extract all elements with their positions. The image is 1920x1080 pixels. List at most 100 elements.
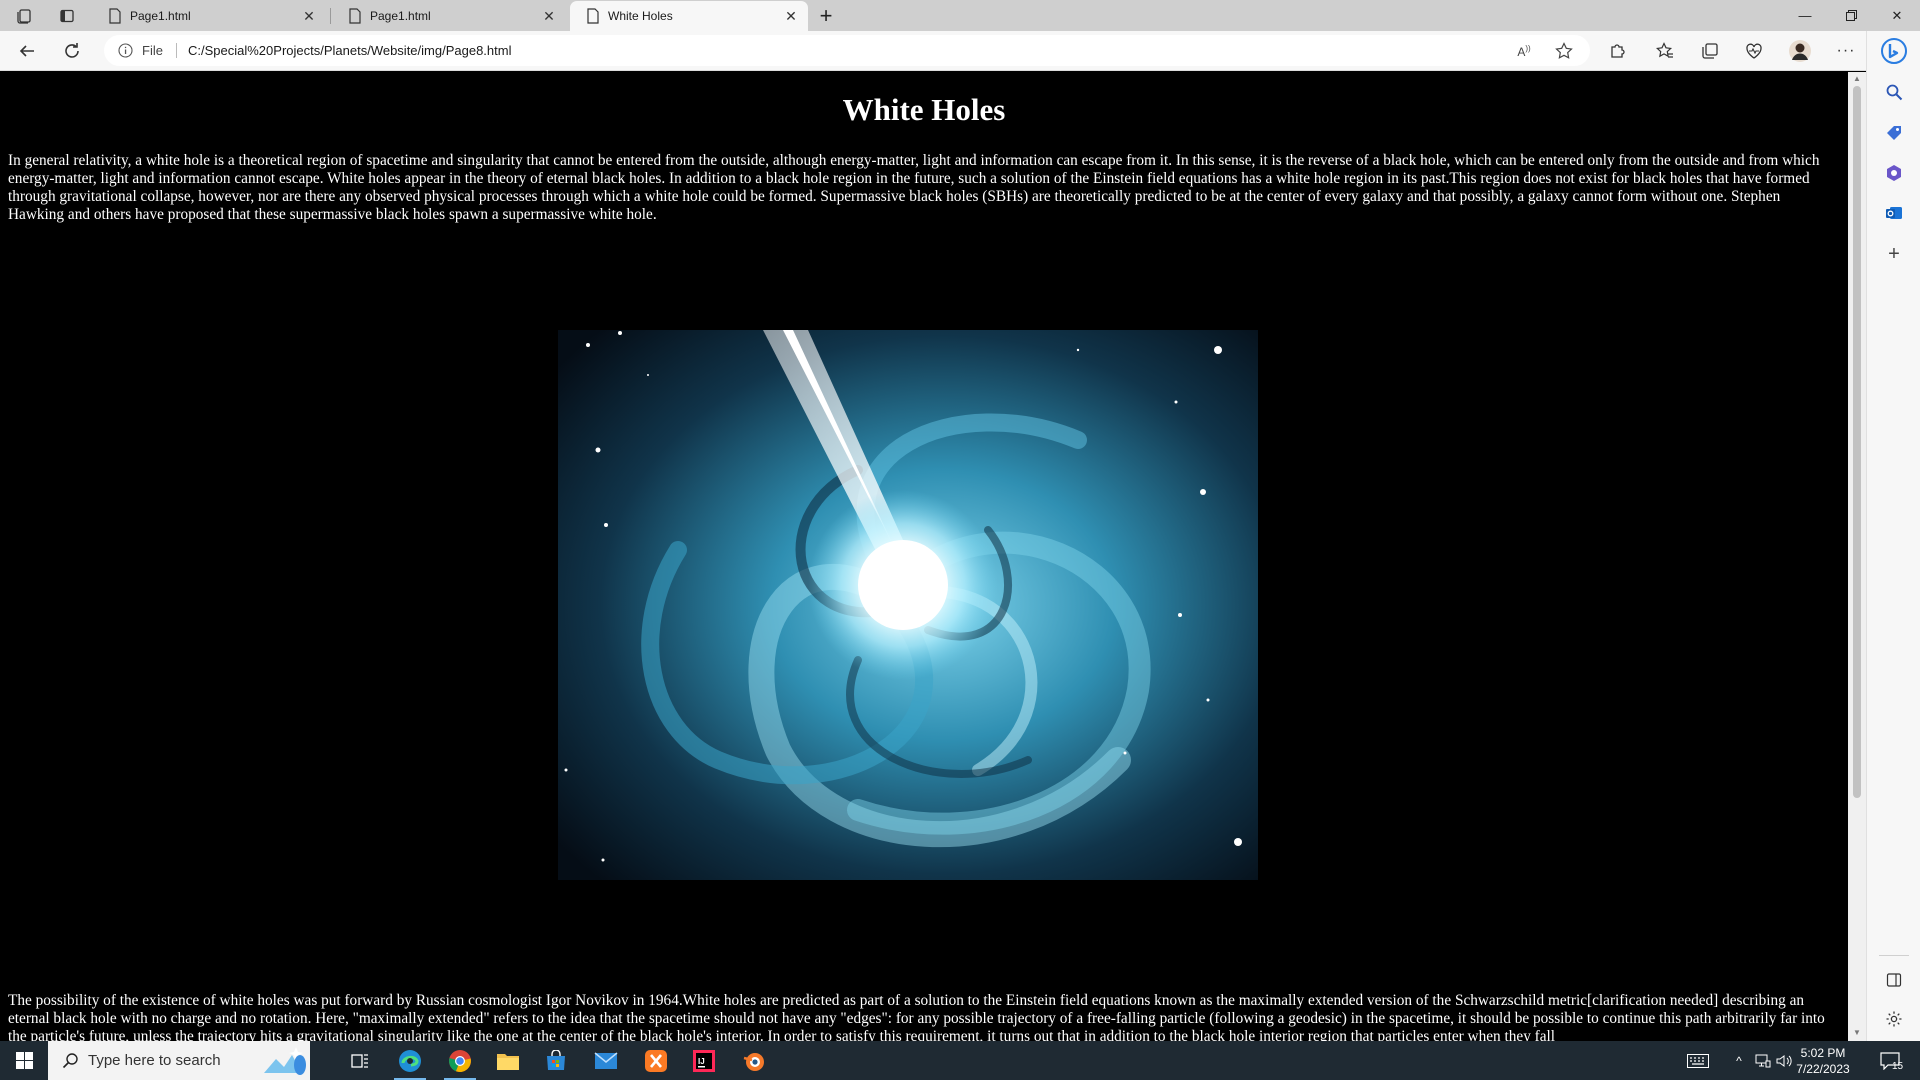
windows-icon (15, 1052, 33, 1069)
chrome-icon (449, 1049, 471, 1072)
xampp-icon (645, 1049, 667, 1072)
keyboard-icon (1687, 1053, 1709, 1068)
restore-icon (1845, 10, 1857, 21)
tab-actions-button[interactable] (47, 0, 87, 31)
notification-center-button[interactable]: 15 (1870, 1041, 1910, 1080)
tab-white-holes[interactable]: White Holes ✕ (570, 1, 808, 31)
tab-divider (330, 8, 331, 24)
clock-time: 5:02 PM (1800, 1046, 1846, 1060)
taskbar-file-explorer[interactable] (484, 1041, 532, 1080)
sidebar-search-button[interactable] (1880, 78, 1908, 106)
sidebar-settings-button[interactable] (1880, 1005, 1908, 1033)
read-aloud-button[interactable]: A)) (1512, 39, 1536, 63)
task-view-button[interactable] (336, 1041, 384, 1080)
intellij-icon: IJ (693, 1049, 715, 1072)
edge-sidebar: + (1866, 31, 1920, 1041)
chevron-up-icon: ^ (1736, 1053, 1742, 1068)
folder-icon (497, 1053, 519, 1070)
clock-date: 7/22/2023 (1796, 1062, 1850, 1076)
taskbar-intellij[interactable]: IJ (680, 1041, 728, 1080)
star-icon (1555, 42, 1573, 59)
page-viewport: White Holes In general relativity, a whi… (0, 72, 1848, 1041)
tab-page1-a[interactable]: Page1.html ✕ (92, 1, 326, 31)
taskbar-chrome[interactable] (436, 1041, 484, 1080)
new-tab-button[interactable]: + (812, 2, 840, 30)
sidebar-divider (1879, 955, 1909, 956)
taskbar-search[interactable]: Type here to search (48, 1041, 310, 1080)
minimize-button[interactable]: — (1782, 0, 1828, 31)
tab-title: Page1.html (370, 9, 431, 23)
tab-strip: Page1.html ✕ Page1.html ✕ White Holes ✕ … (0, 0, 1920, 31)
bing-icon (1881, 38, 1907, 64)
plus-icon: + (1888, 242, 1900, 265)
close-window-button[interactable]: ✕ (1874, 0, 1920, 31)
network-icon (1755, 1054, 1771, 1067)
scheme-label: File (142, 43, 163, 58)
url-text[interactable]: C:/Special%20Projects/Planets/Website/im… (188, 43, 511, 58)
network-tray-button[interactable] (1752, 1041, 1774, 1080)
page-title: White Holes (842, 92, 1006, 127)
collections-icon (1702, 43, 1718, 59)
ellipsis-icon: ··· (1836, 42, 1856, 59)
profile-button[interactable] (1786, 37, 1814, 65)
novikov-paragraph: The possibility of the existence of whit… (8, 992, 1825, 1041)
minimize-icon: — (1798, 8, 1812, 23)
taskbar-blender[interactable] (730, 1041, 778, 1080)
intro-paragraph: In general relativity, a white hole is a… (8, 152, 1820, 223)
workspaces-button[interactable] (5, 0, 45, 31)
close-icon[interactable]: ✕ (540, 8, 558, 25)
tab-page1-b[interactable]: Page1.html ✕ (332, 1, 566, 31)
start-button[interactable] (0, 1041, 48, 1080)
back-button[interactable] (13, 37, 41, 65)
page-scrollbar[interactable]: ▲ ▼ (1848, 72, 1866, 1041)
taskbar-edge[interactable] (386, 1041, 434, 1080)
avatar (1789, 40, 1811, 62)
taskbar-store[interactable] (532, 1041, 580, 1080)
more-options-button[interactable]: ··· (1832, 37, 1860, 65)
favorites-star-icon (1656, 42, 1673, 58)
taskbar: Type here to search IJ ^ 5:02 PM 7/22/20… (0, 1041, 1920, 1080)
browser-essentials-button[interactable] (1740, 37, 1768, 65)
refresh-button[interactable] (58, 37, 86, 65)
restore-button[interactable] (1828, 0, 1874, 31)
address-bar[interactable]: File C:/Special%20Projects/Planets/Websi… (104, 35, 1590, 66)
search-placeholder: Type here to search (88, 1052, 221, 1069)
gear-icon (1886, 1011, 1902, 1027)
sidebar-outlook-button[interactable] (1880, 199, 1908, 227)
extensions-button[interactable] (1604, 37, 1632, 65)
store-icon (547, 1049, 565, 1070)
search-highlight-art-icon (264, 1047, 306, 1075)
bing-chat-button[interactable] (1880, 37, 1908, 65)
task-view-icon (351, 1053, 368, 1068)
sidebar-shopping-button[interactable] (1880, 119, 1908, 147)
hide-sidebar-button[interactable] (1880, 966, 1908, 994)
page-icon (349, 8, 361, 24)
favorite-button[interactable] (1552, 39, 1576, 63)
tab-title: Page1.html (130, 9, 191, 23)
collections-button[interactable] (1696, 37, 1724, 65)
tab-title: White Holes (608, 9, 673, 23)
scroll-down-arrow[interactable]: ▼ (1852, 1028, 1862, 1038)
taskbar-xampp[interactable] (632, 1041, 680, 1080)
tab-actions-icon (60, 9, 74, 22)
mail-icon (594, 1051, 618, 1069)
workspaces-icon (17, 8, 31, 24)
show-hidden-icons-button[interactable]: ^ (1728, 1041, 1750, 1080)
keyboard-tray-button[interactable] (1680, 1041, 1716, 1080)
scroll-up-arrow[interactable]: ▲ (1852, 74, 1862, 84)
sidebar-tools-button[interactable] (1880, 159, 1908, 187)
scroll-thumb[interactable] (1853, 86, 1861, 798)
info-icon[interactable] (118, 43, 133, 58)
close-icon[interactable]: ✕ (782, 8, 800, 25)
browser-toolbar: File C:/Special%20Projects/Planets/Websi… (0, 31, 1866, 71)
close-icon[interactable]: ✕ (300, 8, 318, 25)
outlook-icon (1886, 207, 1902, 219)
favorites-button[interactable] (1651, 37, 1679, 65)
blender-icon (743, 1052, 764, 1071)
page-icon (109, 8, 121, 24)
taskbar-mail[interactable] (582, 1041, 630, 1080)
taskbar-clock[interactable]: 5:02 PM 7/22/2023 (1788, 1045, 1858, 1077)
sidebar-add-button[interactable]: + (1880, 240, 1908, 268)
puzzle-icon (1611, 44, 1625, 58)
back-arrow-icon (19, 45, 34, 57)
